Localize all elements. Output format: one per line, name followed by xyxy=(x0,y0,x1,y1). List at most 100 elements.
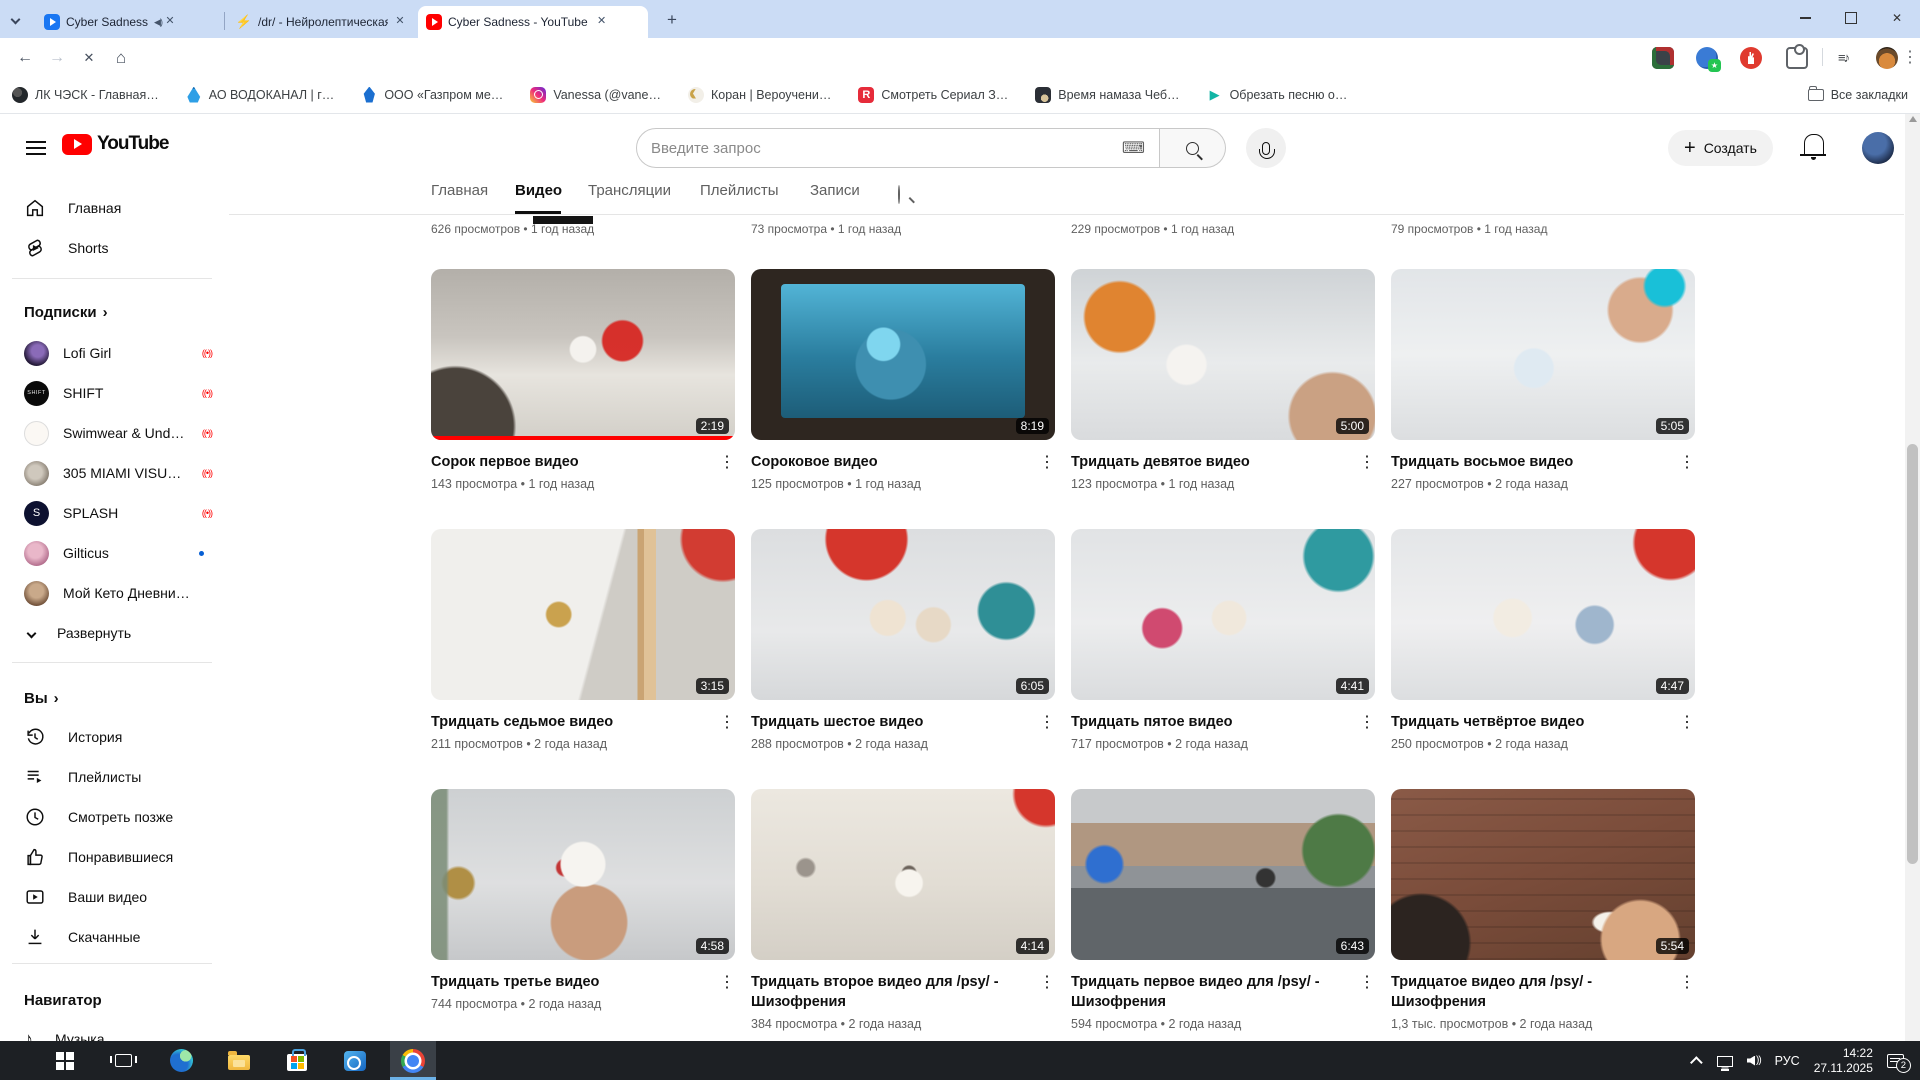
channel-tab-posts[interactable]: Записи xyxy=(810,182,860,199)
video-thumbnail[interactable]: 3:15 xyxy=(431,529,735,700)
all-bookmarks-button[interactable]: Все закладки xyxy=(1808,88,1908,102)
scrollbar-thumb[interactable] xyxy=(1907,444,1918,864)
search-button[interactable] xyxy=(1160,128,1226,168)
channel-tab-home[interactable]: Главная xyxy=(431,182,488,199)
sidebar-item-home[interactable]: Главная xyxy=(12,189,212,227)
video-thumbnail[interactable]: 4:47 xyxy=(1391,529,1695,700)
tab-close-icon[interactable] xyxy=(162,14,178,30)
sidebar-item-watch-later[interactable]: Смотреть позже xyxy=(12,798,212,836)
sidebar-sub-305-miami[interactable]: 305 MIAMI VISU… xyxy=(12,454,212,492)
video-card[interactable]: 5:54 Тридцатое видео для /psy/ - Шизофре… xyxy=(1391,789,1695,1031)
video-card[interactable]: 5:05 Тридцать восьмое видео 227 просмотр… xyxy=(1391,269,1695,491)
video-card[interactable]: 6:43 Тридцать первое видео для /psy/ - Ш… xyxy=(1071,789,1375,1031)
you-header[interactable]: Вы xyxy=(24,690,59,707)
video-thumbnail[interactable]: 5:54 xyxy=(1391,789,1695,960)
tab-close-icon[interactable] xyxy=(594,14,610,30)
video-menu-icon[interactable] xyxy=(1679,452,1695,472)
action-center-icon[interactable]: 2 xyxy=(1887,1054,1904,1068)
window-minimize-button[interactable] xyxy=(1782,0,1828,36)
edge-taskbar-button[interactable] xyxy=(158,1041,204,1080)
keyboard-icon[interactable] xyxy=(1122,138,1145,158)
bookmark-item[interactable]: Vanessa (@vane… xyxy=(530,87,661,103)
taskbar-clock[interactable]: 14:22 27.11.2025 xyxy=(1814,1046,1873,1076)
notifications-bell-icon[interactable] xyxy=(1804,134,1824,154)
tab-search-button[interactable] xyxy=(12,10,34,32)
video-card[interactable]: 4:58 Тридцать третье видео 744 просмотра… xyxy=(431,789,735,1011)
sidebar-item-liked[interactable]: Понравившиеся xyxy=(12,838,212,876)
outlook-button[interactable] xyxy=(332,1041,378,1080)
language-indicator[interactable]: РУС xyxy=(1775,1054,1800,1068)
scroll-up-arrow[interactable] xyxy=(1909,116,1917,122)
bookmark-item[interactable]: ООО «Газпром ме… xyxy=(361,87,503,103)
bookmark-item[interactable]: ЛК ЧЭСК - Главная… xyxy=(12,87,159,103)
video-thumbnail[interactable]: 4:58 xyxy=(431,789,735,960)
video-title[interactable]: Сороковое видео xyxy=(751,452,1055,472)
bookmark-item[interactable]: Обрезать песню о… xyxy=(1207,87,1348,103)
video-card[interactable]: 4:14 Тридцать второе видео для /psy/ - Ш… xyxy=(751,789,1055,1031)
profile-avatar[interactable] xyxy=(1876,47,1898,69)
youtube-logo[interactable]: YouTube xyxy=(62,133,168,155)
window-maximize-button[interactable] xyxy=(1828,0,1874,36)
search-box[interactable] xyxy=(636,128,1160,168)
browser-tab-2[interactable]: ⚡ /dr/ - Нейролептическая Анге… xyxy=(228,6,414,38)
video-menu-icon[interactable] xyxy=(1359,452,1375,472)
video-title[interactable]: Сорок первое видео xyxy=(431,452,735,472)
video-menu-icon[interactable] xyxy=(719,452,735,472)
file-explorer-button[interactable] xyxy=(216,1041,262,1080)
tray-expand-icon[interactable] xyxy=(1690,1056,1703,1069)
video-card[interactable]: 4:47 Тридцать четвёртое видео 250 просмо… xyxy=(1391,529,1695,751)
video-menu-icon[interactable] xyxy=(1039,452,1055,472)
channel-tab-videos[interactable]: Видео xyxy=(515,182,562,199)
forward-icon[interactable]: → xyxy=(44,45,70,71)
subscriptions-header[interactable]: Подписки xyxy=(24,304,108,321)
tab-close-icon[interactable] xyxy=(394,14,406,30)
video-menu-icon[interactable] xyxy=(719,712,735,732)
video-title[interactable]: Тридцатое видео для /psy/ - Шизофрения xyxy=(1391,972,1695,1012)
back-icon[interactable]: ← xyxy=(12,45,38,71)
network-icon[interactable] xyxy=(1717,1056,1733,1067)
video-card[interactable]: 8:19 Сороковое видео 125 просмотров • 1 … xyxy=(751,269,1055,491)
video-thumbnail[interactable]: 6:43 xyxy=(1071,789,1375,960)
extension-icon-1[interactable] xyxy=(1652,47,1674,69)
video-title[interactable]: Тридцать третье видео xyxy=(431,972,735,992)
hamburger-menu-icon[interactable] xyxy=(26,141,46,155)
video-card[interactable]: 6:05 Тридцать шестое видео 288 просмотро… xyxy=(751,529,1055,751)
stop-loading-icon[interactable]: ✕ xyxy=(76,45,102,71)
sidebar-sub-shift[interactable]: SHIFT xyxy=(12,374,212,412)
video-title[interactable]: Тридцать девятое видео xyxy=(1071,452,1375,472)
bookmark-item[interactable]: Коран | Вероучени… xyxy=(688,87,831,103)
bookmark-item[interactable]: АО ВОДОКАНАЛ | г… xyxy=(186,87,335,103)
new-tab-button[interactable] xyxy=(662,10,682,30)
youtube-avatar[interactable] xyxy=(1862,132,1894,164)
sidebar-item-history[interactable]: История xyxy=(12,718,212,756)
video-card[interactable]: 3:15 Тридцать седьмое видео 211 просмотр… xyxy=(431,529,735,751)
start-button[interactable] xyxy=(42,1041,88,1080)
media-controls-icon[interactable] xyxy=(1838,47,1860,69)
task-view-button[interactable] xyxy=(100,1041,146,1080)
browser-tab-3-active[interactable]: Cyber Sadness - YouTube xyxy=(418,6,648,38)
video-title[interactable]: Тридцать шестое видео xyxy=(751,712,1055,732)
video-thumbnail[interactable]: 6:05 xyxy=(751,529,1055,700)
channel-tab-streams[interactable]: Трансляции xyxy=(588,182,671,199)
microsoft-store-button[interactable] xyxy=(274,1041,320,1080)
search-input[interactable] xyxy=(651,140,1122,157)
browser-menu-icon[interactable] xyxy=(1902,47,1916,69)
adblock-hand-icon[interactable] xyxy=(1740,47,1762,69)
voice-search-button[interactable] xyxy=(1246,128,1286,168)
window-close-button[interactable] xyxy=(1874,0,1920,36)
video-title[interactable]: Тридцать восьмое видео xyxy=(1391,452,1695,472)
channel-tab-playlists[interactable]: Плейлисты xyxy=(700,182,779,199)
video-title[interactable]: Тридцать пятое видео xyxy=(1071,712,1375,732)
chrome-taskbar-button[interactable] xyxy=(390,1041,436,1080)
extensions-puzzle-icon[interactable] xyxy=(1786,47,1808,69)
create-button[interactable]: Создать xyxy=(1668,130,1773,166)
video-thumbnail[interactable]: 5:00 xyxy=(1071,269,1375,440)
video-menu-icon[interactable] xyxy=(1359,972,1375,992)
volume-icon[interactable] xyxy=(1747,1055,1761,1066)
video-menu-icon[interactable] xyxy=(1039,972,1055,992)
video-menu-icon[interactable] xyxy=(1359,712,1375,732)
browser-tab-1[interactable]: Cyber Sadness ◀) xyxy=(36,6,220,38)
video-menu-icon[interactable] xyxy=(719,972,735,992)
video-title[interactable]: Тридцать первое видео для /psy/ - Шизофр… xyxy=(1071,972,1375,1012)
video-thumbnail[interactable]: 4:41 xyxy=(1071,529,1375,700)
